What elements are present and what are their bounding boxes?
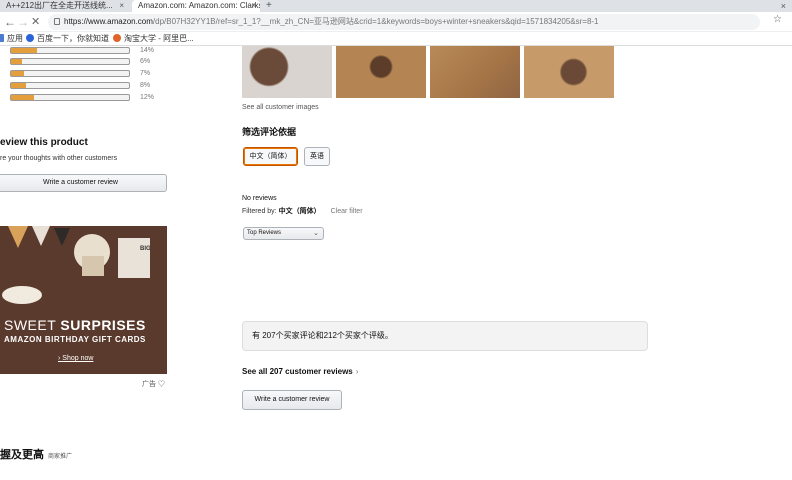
bookmarks-bar: 应用 百度一下，你就知道 淘宝大学 - 阿里巴... — [0, 32, 792, 46]
histogram-bar-fill — [11, 95, 34, 100]
url-text[interactable]: https://www.amazon.com/dp/B07H32YY1B/ref… — [64, 14, 754, 30]
new-tab-button[interactable]: + — [266, 0, 272, 12]
customer-image-thumb[interactable] — [242, 46, 332, 98]
write-review-button[interactable]: Write a customer review — [242, 390, 342, 410]
chevron-down-icon: ⌄ — [313, 230, 319, 237]
stop-loading-icon[interactable]: ✕ — [31, 14, 40, 30]
filter-reviews-heading: 筛选评论依据 — [242, 127, 297, 137]
histogram-bar-fill — [11, 59, 23, 64]
filtered-by-row: Filtered by: 中文（简体） Clear filter — [242, 208, 363, 215]
ad-headline: SWEET SURPRISES — [4, 317, 146, 333]
histogram-bar-fill — [11, 83, 27, 88]
see-all-customer-images-link[interactable]: See all customer images — [242, 104, 319, 111]
tab-title: Amazon.com: Amazon.com: Clarks 20SC Mo..… — [138, 1, 260, 10]
histogram-bar — [10, 94, 130, 101]
taobao-icon — [113, 34, 121, 42]
sort-reviews-dropdown[interactable]: Top Reviews ⌄ — [243, 227, 324, 240]
filter-value: 中文（简体） — [278, 208, 321, 215]
customer-image-thumb[interactable] — [430, 46, 520, 98]
ad-gift-card-tag: BIG — [140, 246, 151, 252]
see-all-reviews-link[interactable]: See all 207 customer reviews › — [242, 367, 358, 376]
histogram-percent: 14% — [140, 47, 155, 54]
write-review-button-sidebar[interactable]: Write a customer review — [0, 174, 167, 192]
baidu-icon — [26, 34, 34, 42]
histogram-percent: 6% — [140, 58, 151, 65]
forward-arrow-icon[interactable]: → — [17, 14, 29, 30]
bunting-flag-image — [32, 226, 50, 246]
customer-image-thumb[interactable] — [336, 46, 426, 98]
histogram-bar — [10, 47, 130, 54]
filter-english-button[interactable]: 英语 — [304, 147, 330, 166]
tab-title: A++212出厂在全走开送线统... — [6, 1, 113, 10]
confetti-image — [2, 286, 42, 304]
address-bar[interactable]: https://www.amazon.com/dp/B07H32YY1B/ref… — [48, 14, 760, 30]
clear-filter-link[interactable]: Clear filter — [331, 208, 363, 215]
ad-label[interactable]: 广告 ♡ — [142, 379, 165, 389]
customer-images-strip — [242, 46, 616, 98]
histogram-percent: 7% — [140, 70, 151, 77]
page-content: 14% 6% 7% 8% 12% eview this product re your … — [0, 46, 792, 480]
cupcake-base-image — [82, 256, 104, 276]
tab-close-icon[interactable]: × — [251, 0, 256, 12]
histogram-bar — [10, 58, 130, 65]
sponsored-section-heading: 握及更高 商家推广 — [0, 449, 73, 461]
histogram-bar-fill — [11, 71, 25, 76]
gift-card-image — [118, 238, 150, 278]
review-product-subtitle: re your thoughts with other customers — [0, 155, 118, 162]
customer-image-thumb[interactable] — [524, 46, 614, 98]
apps-icon — [0, 34, 4, 42]
bookmark-baidu[interactable]: 百度一下，你就知道 — [26, 32, 109, 46]
review-summary-box: 有 207个买家评论和212个买家个评级。 — [242, 321, 648, 351]
no-reviews-text: No reviews — [242, 195, 277, 202]
review-product-heading: eview this product — [0, 137, 88, 148]
tab-close-icon[interactable]: × — [119, 0, 124, 12]
histogram-bar — [10, 82, 130, 89]
gift-card-ad-banner[interactable]: BIG SWEET SURPRISES AMAZON BIRTHDAY GIFT… — [0, 226, 167, 374]
bookmark-star-icon[interactable]: ☆ — [773, 14, 782, 25]
bookmark-apps[interactable]: 应用 — [0, 32, 23, 46]
bunting-flag-image — [54, 228, 70, 246]
browser-toolbar: ← → ✕ https://www.amazon.com/dp/B07H32YY… — [0, 12, 792, 32]
browser-tab-2-active[interactable]: Amazon.com: Amazon.com: Clarks 20SC Mo..… — [132, 0, 260, 12]
ad-feedback-icon[interactable]: ♡ — [158, 381, 165, 388]
ad-shop-now-link[interactable]: › Shop now — [58, 355, 93, 362]
back-arrow-icon[interactable]: ← — [4, 14, 16, 30]
histogram-bar — [10, 70, 130, 77]
histogram-bar-fill — [11, 48, 38, 53]
browser-tab-1[interactable]: A++212出厂在全走开送线统... × — [0, 0, 128, 12]
chevron-right-icon: › — [355, 367, 359, 376]
tab-strip: A++212出厂在全走开送线统... × Amazon.com: Amazon.… — [0, 0, 792, 12]
histogram-percent: 8% — [140, 82, 151, 89]
bunting-flag-image — [8, 226, 28, 248]
lock-icon — [54, 18, 60, 25]
window-close-button[interactable]: × — [781, 0, 786, 12]
filter-chinese-simplified-button[interactable]: 中文（简体） — [243, 147, 298, 166]
histogram-percent: 12% — [140, 94, 155, 101]
ad-subheadline: AMAZON BIRTHDAY GIFT CARDS — [4, 335, 146, 344]
bookmark-taobao-university[interactable]: 淘宝大学 - 阿里巴... — [113, 32, 194, 46]
